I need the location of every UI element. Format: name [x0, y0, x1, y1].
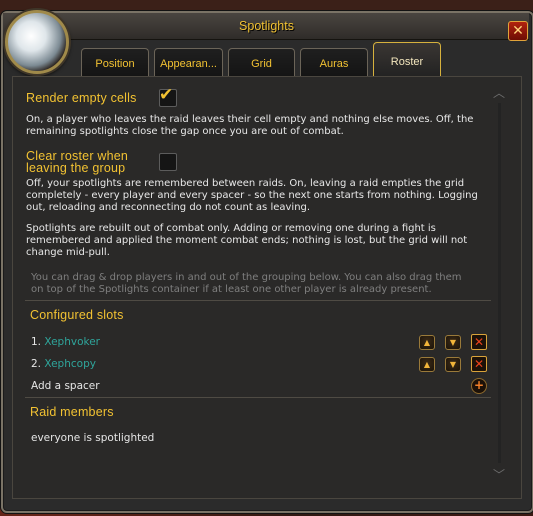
slot-player-name: Xephcopy	[44, 358, 96, 370]
scrollbar-track[interactable]	[498, 103, 501, 463]
checkmark-icon: ✔	[159, 85, 174, 105]
render-empty-desc-1: On, a player who leaves the raid leaves …	[26, 114, 474, 125]
slot-player-name: Xephvoker	[44, 336, 100, 348]
tab-appearance[interactable]: Appearan...	[154, 48, 223, 77]
clear-roster-desc-2: completely - every player and every spac…	[26, 190, 478, 201]
slot-index: 1.	[31, 336, 42, 348]
remove-slot-icon[interactable]: ✕	[471, 334, 487, 350]
add-spacer-label[interactable]: Add a spacer	[31, 380, 100, 392]
move-up-icon[interactable]: ▲	[419, 335, 435, 350]
tab-auras[interactable]: Auras	[300, 48, 368, 77]
rebuild-note-3: change mid-pull.	[26, 247, 110, 258]
divider	[25, 397, 491, 398]
raid-members-empty-text: everyone is spotlighted	[31, 432, 155, 444]
clear-roster-desc-3: out, reloading and reconnecting do not c…	[26, 202, 311, 213]
slot-row-1[interactable]: 1. Xephvoker	[31, 336, 100, 348]
divider	[25, 300, 491, 301]
clear-roster-label-2: leaving the group	[26, 161, 126, 175]
scroll-down-icon[interactable]: ﹀	[493, 466, 505, 483]
tab-grid[interactable]: Grid	[228, 48, 295, 77]
close-button[interactable]: ✕	[508, 21, 528, 41]
drag-hint-1: You can drag & drop players in and out o…	[31, 272, 462, 283]
window-title: Spotlights	[239, 19, 294, 33]
render-empty-desc-2: remaining spotlights close the gap once …	[26, 126, 344, 137]
raid-members-heading: Raid members	[30, 405, 114, 419]
render-empty-label: Render empty cells	[26, 91, 137, 105]
add-spacer-icon[interactable]: +	[471, 378, 487, 394]
move-down-icon[interactable]: ▼	[445, 335, 461, 350]
tab-position[interactable]: Position	[81, 48, 149, 77]
drag-hint-2: on top of the Spotlights container if at…	[31, 284, 432, 295]
slot-row-2[interactable]: 2. Xephcopy	[31, 358, 96, 370]
tab-roster[interactable]: Roster	[373, 42, 441, 77]
slot-index: 2.	[31, 358, 42, 370]
rebuild-note-2: remembered and applied the moment combat…	[26, 235, 468, 246]
configured-slots-heading: Configured slots	[30, 308, 124, 322]
rebuild-note-1: Spotlights are rebuilt out of combat onl…	[26, 223, 436, 234]
scroll-up-icon[interactable]: ︿	[493, 84, 505, 101]
clear-roster-desc-1: Off, your spotlights are remembered betw…	[26, 178, 465, 189]
move-up-icon[interactable]: ▲	[419, 357, 435, 372]
remove-slot-icon[interactable]: ✕	[471, 356, 487, 372]
move-down-icon[interactable]: ▼	[445, 357, 461, 372]
render-empty-checkbox[interactable]: ✔	[159, 85, 177, 107]
addon-portrait-icon	[5, 10, 69, 74]
clear-roster-checkbox[interactable]	[159, 153, 177, 171]
